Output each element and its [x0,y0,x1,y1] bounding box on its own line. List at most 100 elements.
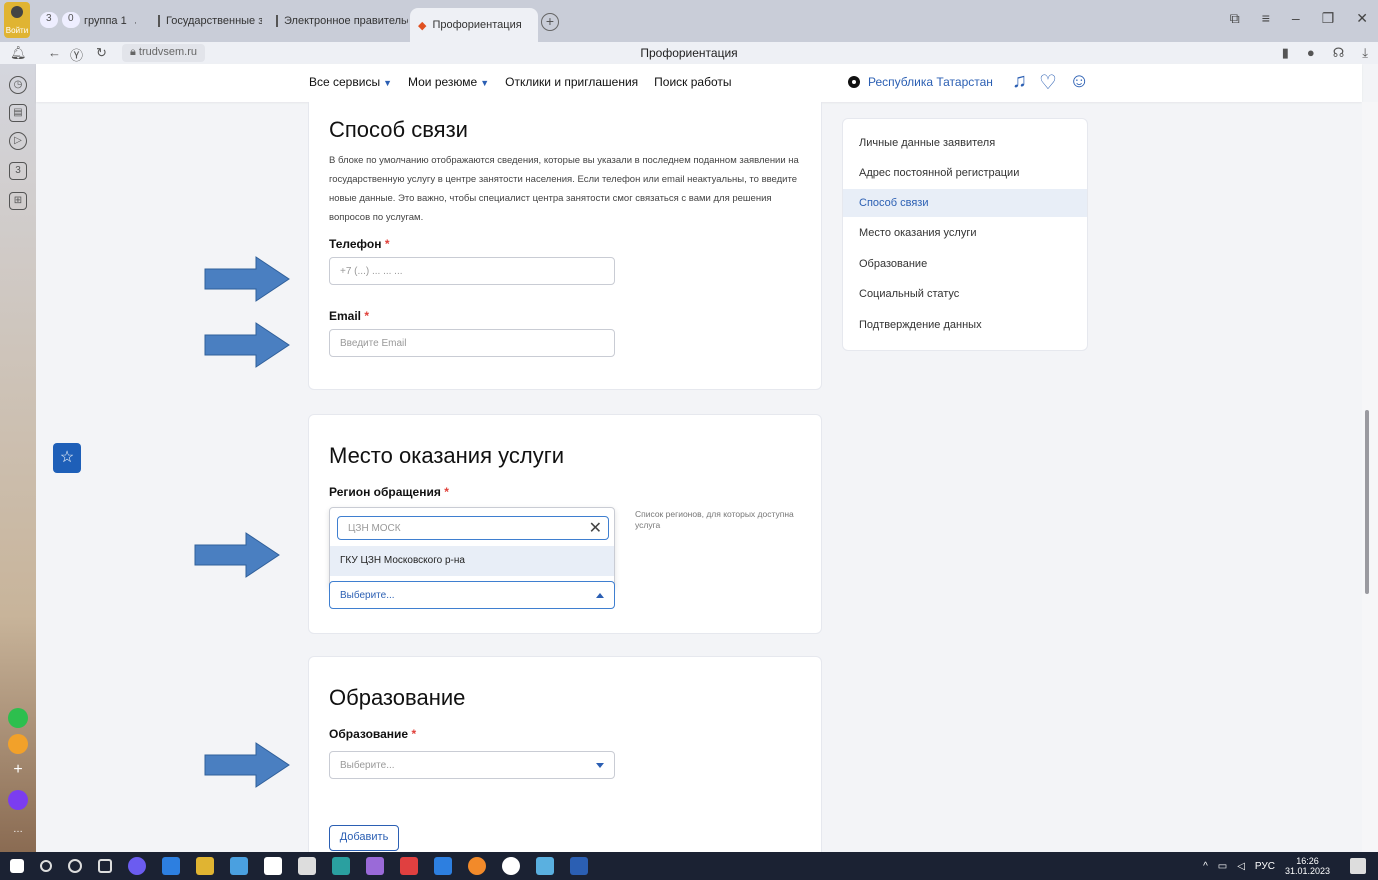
tray-expand-icon[interactable]: ^ [1203,861,1208,872]
contact-description: В блоке по умолчанию отображаются сведен… [329,155,799,223]
section-nav-item[interactable]: Социальный статус [843,280,1087,308]
nav-my-resumes[interactable]: Мои резюме ▼ [408,75,489,89]
add-button[interactable]: Добавить [329,825,399,851]
restore-icon[interactable]: ❐ [1322,10,1335,27]
store-icon[interactable] [264,857,282,875]
required-mark: * [364,309,370,323]
user-icon [11,6,23,18]
url-field[interactable]: 🔒︎ trudvsem.ru [122,44,205,62]
nav-all-services[interactable]: Все сервисы ▼ [309,75,392,89]
task-view-icon[interactable] [98,859,112,873]
section-nav-item-active[interactable]: Способ связи [843,189,1087,217]
language-indicator[interactable]: РУС [1255,861,1275,872]
login-button[interactable]: Войти [4,2,30,38]
email-input[interactable]: Введите Email [329,329,615,357]
back-icon[interactable]: ← [48,45,61,60]
bookmark-icon[interactable]: ▮ [1282,45,1289,61]
education-select[interactable]: Выберите... [329,751,615,779]
tab-proforientatsiya[interactable]: ◆Профориентация× [410,8,538,42]
screenshot-icon[interactable]: ⊞ [9,192,27,210]
history-icon[interactable]: ◷ [9,76,27,94]
tab-group-count[interactable]: 3 [40,12,58,28]
reload-icon[interactable]: ↻ [96,45,107,61]
heart-icon[interactable]: ♡ [1039,70,1057,95]
yandex-icon[interactable]: Ⓨ [70,45,83,64]
url-text: trudvsem.ru [138,46,197,58]
section-nav-item[interactable]: Образование [843,250,1087,278]
region-selector[interactable]: Республика Татарстан [848,75,993,89]
label-text: Образование [329,727,409,741]
login-label: Войти [5,26,29,35]
firefox-icon[interactable] [468,857,486,875]
windows-start-icon[interactable] [10,859,24,873]
section-nav-item[interactable]: Подтверждение данных [843,311,1087,339]
edge-icon[interactable] [162,857,180,875]
word-icon[interactable] [570,857,588,875]
profile-icon[interactable]: ☺ [1069,70,1089,95]
minimize-icon[interactable]: – [1292,10,1300,27]
clock[interactable]: 16:26 31.01.2023 [1285,856,1330,876]
region-search-input[interactable]: ЦЗН МОСК ✕ [337,516,609,540]
search-icon[interactable] [40,860,52,872]
ie-icon[interactable] [434,857,452,875]
notes-icon[interactable]: 3 [9,162,27,180]
app-icon[interactable] [366,857,384,875]
window-controls: ⧉ ≡ – ❐ ✕ [1230,10,1368,27]
menu-icon[interactable]: ≡ [1262,10,1270,27]
tab-egov[interactable]: Электронное правительст [268,8,408,34]
section-nav-item[interactable]: Место оказания услуги [843,219,1087,247]
windows-taskbar: ^ ▭ ◁ РУС 16:26 31.01.2023 [0,852,1378,880]
page-scrollbar[interactable] [1362,102,1378,852]
calculator-icon[interactable] [230,857,248,875]
new-tab-button[interactable]: + [541,13,559,31]
play-icon[interactable]: ▷ [9,132,27,150]
caret-up-icon [596,593,604,598]
nav-job-search[interactable]: Поиск работы [654,75,731,89]
section-nav-item[interactable]: Личные данные заявителя [843,129,1087,157]
phone-input[interactable]: +7 (...) ... ... ... [329,257,615,285]
app-icon[interactable] [536,857,554,875]
file-explorer-icon[interactable] [196,857,214,875]
bell-icon[interactable]: ♫ [1012,70,1027,95]
mail-icon[interactable] [298,857,316,875]
close-window-icon[interactable]: ✕ [1356,10,1368,27]
app-icon[interactable] [332,857,350,875]
alice-icon[interactable] [8,790,28,810]
tab-group-1[interactable]: группа 1 ⌄ [76,8,136,34]
yandex-app-icon[interactable] [400,857,418,875]
nav-responses[interactable]: Отклики и приглашения [505,75,638,89]
education-label: Образование * [329,727,416,741]
region-select[interactable]: Выберите... [329,581,615,609]
network-icon[interactable]: ▭ [1218,861,1227,872]
section-title: Место оказания услуги [329,443,565,468]
notifications-icon[interactable] [1350,858,1366,874]
scrollbar-thumb[interactable] [1365,410,1369,594]
select-text: Выберите... [340,760,395,771]
education-card: Образование Образование * Выберите... До… [308,656,822,852]
whatsapp-icon[interactable] [8,708,28,728]
bell-icon[interactable]: 🔔︎ [10,45,27,61]
collections-icon[interactable]: ▤ [9,104,27,122]
alice-app-icon[interactable] [128,857,146,875]
download-icon[interactable]: ⤓ [1362,45,1368,61]
accessibility-eye-icon[interactable] [848,76,860,88]
clear-icon[interactable]: ✕ [589,518,602,538]
more-icon[interactable]: … [9,822,27,840]
extension-icon[interactable]: ● [1307,45,1315,61]
tab-label: группа 1 [84,15,127,27]
search-text: ЦЗН МОСК [348,523,401,534]
protect-icon[interactable]: ☊ [1333,45,1345,61]
region-option[interactable]: ГКУ ЦЗН Московского р-на [330,546,614,576]
tabs-icon[interactable]: ⧉ [1230,10,1240,27]
section-nav-item[interactable]: Адрес постоянной регистрации [843,159,1087,187]
header-icons: ♫ ♡ ☺ [1012,70,1089,95]
tab-goszakupki[interactable]: Государственные закупк [150,8,262,34]
add-panel-icon[interactable]: + [9,762,27,780]
favorite-star-button[interactable]: ☆ [53,443,81,473]
site-favicon-icon: ◆ [418,19,427,32]
label-text: Телефон [329,237,382,251]
yandex-browser-icon[interactable] [502,857,520,875]
market-icon[interactable] [8,734,28,754]
cortana-icon[interactable] [68,859,82,873]
volume-icon[interactable]: ◁ [1237,861,1245,872]
